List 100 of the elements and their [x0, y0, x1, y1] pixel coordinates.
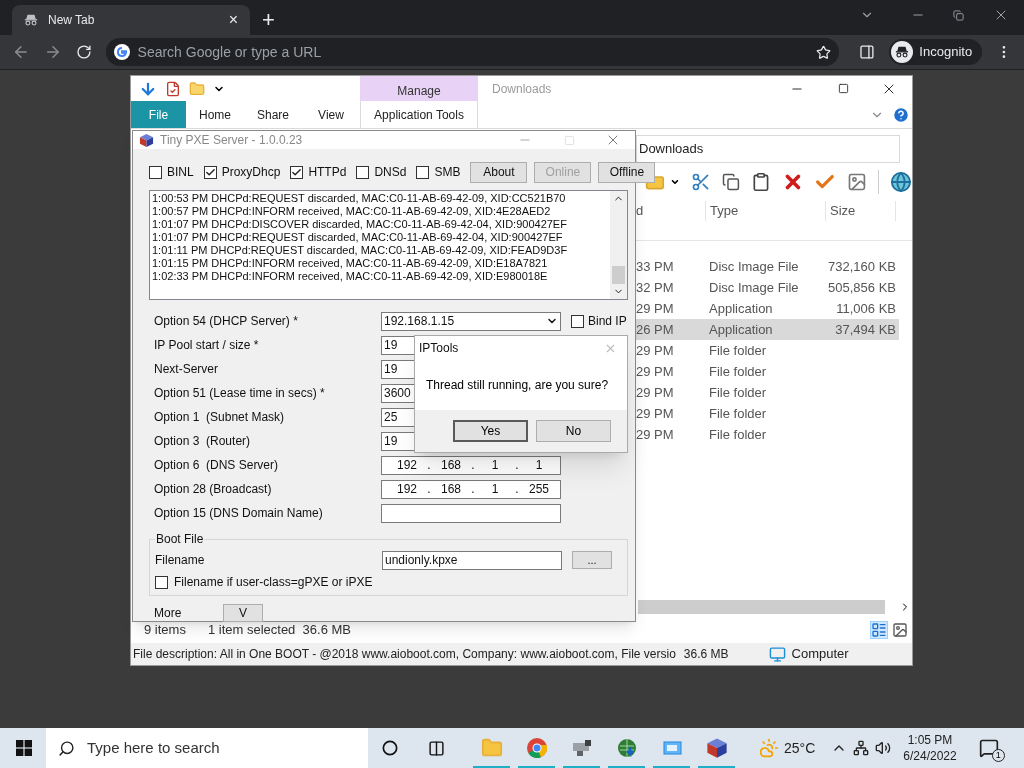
- taskbar-search-field[interactable]: Type here to search: [46, 728, 368, 768]
- size-cell-text: 505,856 KB: [827, 278, 897, 297]
- ribbon-tab[interactable]: View: [302, 101, 360, 128]
- more-label: More: [154, 605, 183, 622]
- option-label: Option 51 (Lease time in secs) *: [153, 385, 326, 402]
- bind-ip-checkbox[interactable]: [571, 314, 584, 328]
- ribbon-tab[interactable]: Application Tools: [360, 101, 478, 128]
- restore-icon[interactable]: [952, 9, 964, 21]
- column-header[interactable]: Type: [706, 201, 826, 221]
- action-button[interactable]: Offline: [598, 161, 656, 183]
- volume-icon[interactable]: [875, 740, 892, 756]
- option-field[interactable]: [381, 503, 561, 523]
- large-icons-view-icon[interactable]: [892, 622, 908, 638]
- chrome-icon[interactable]: [525, 737, 548, 759]
- window-title: Tiny PXE Server - 1.0.0.23: [160, 132, 303, 149]
- bookmark-star-icon[interactable]: [816, 44, 832, 60]
- service-checkbox[interactable]: [356, 165, 370, 179]
- filename-field[interactable]: undionly.kpxe: [382, 550, 562, 570]
- option-label: Option 3 (Router): [153, 433, 252, 450]
- item-count: 9 items: [144, 621, 186, 640]
- column-header[interactable]: Size: [826, 201, 896, 221]
- file-row[interactable]: 29 PM File folder: [636, 340, 899, 361]
- log-line: 1:00:53 PM DHCPd:REQUEST discarded, MAC:C0-11-AB-69-42-09, XID:CC521B70: [152, 192, 567, 205]
- file-row[interactable]: 29 PM File folder: [636, 382, 899, 403]
- file-row[interactable]: 29 PM Application 11,006 KB: [636, 298, 899, 319]
- scrollbar-thumb[interactable]: [612, 266, 625, 284]
- checkbox-label: Filename if user-class=gPXE or iPXE: [174, 574, 373, 591]
- scissors-icon[interactable]: [690, 172, 711, 192]
- tab-title: New Tab: [48, 12, 96, 29]
- option-label: IP Pool start / size *: [153, 337, 260, 354]
- log-line: 1:01:15 PM DHCPd:INFORM received, MAC:C0-11-AB-69-42-09, XID:E18A7821: [152, 257, 549, 270]
- network-icon[interactable]: [853, 740, 870, 756]
- service-checkbox[interactable]: [290, 165, 304, 179]
- temperature[interactable]: 25°C: [784, 737, 816, 759]
- file-row[interactable]: 29 PM File folder: [636, 403, 899, 424]
- user-class-checkbox[interactable]: [155, 575, 168, 589]
- notifications-icon[interactable]: [978, 738, 999, 758]
- option-label: Option 15 (DNS Domain Name): [153, 505, 324, 522]
- dialog-button[interactable]: Yes: [453, 420, 528, 442]
- ribbon-tab[interactable]: File: [131, 101, 186, 128]
- task-view-icon[interactable]: [428, 739, 445, 757]
- service-checkbox[interactable]: [203, 165, 217, 179]
- checkbox-label: Bind IP: [588, 313, 627, 330]
- cortana-icon[interactable]: [382, 740, 398, 756]
- device-icon[interactable]: [570, 737, 593, 759]
- server-ip-dropdown[interactable]: 192.168.1.15: [381, 311, 561, 331]
- address-bar[interactable]: Downloads: [636, 135, 900, 163]
- type-cell-text: Application: [708, 299, 774, 318]
- ip-address-field[interactable]: 192 . 168 . 1 . 1: [381, 455, 561, 475]
- notification-count: 1: [991, 749, 1005, 762]
- incognito-badge[interactable]: Incognito: [889, 39, 983, 65]
- help-icon[interactable]: [892, 105, 910, 124]
- expand-button[interactable]: V: [223, 604, 263, 622]
- vertical-scrollbar[interactable]: [610, 191, 627, 299]
- file-row[interactable]: 33 PM Disc Image File 732,160 KB: [636, 256, 899, 277]
- copy-icon[interactable]: [721, 173, 740, 191]
- horizontal-scrollbar[interactable]: [638, 600, 885, 614]
- contextual-tab-header: Manage: [360, 76, 478, 101]
- option-label: Option 1 (Subnet Mask): [153, 409, 286, 426]
- dialog-button[interactable]: No: [536, 420, 611, 442]
- option-label: Option 54 (DHCP Server) *: [153, 313, 299, 330]
- ip-address-field[interactable]: 192 . 168 . 1 . 255: [381, 479, 561, 499]
- file-row[interactable]: 32 PM Disc Image File 505,856 KB: [636, 277, 899, 298]
- omnibox-placeholder: Search Google or type a URL: [137, 42, 323, 62]
- clock[interactable]: 1:05 PM 6/24/2022: [903, 732, 957, 764]
- maximize-icon[interactable]: [837, 83, 849, 94]
- side-panel-icon[interactable]: [859, 44, 876, 60]
- back-icon[interactable]: [12, 43, 30, 61]
- clipboard-icon[interactable]: [750, 172, 771, 192]
- type-cell-text: Application: [708, 320, 774, 339]
- dialog-message: Thread still running, are you sure?: [426, 377, 609, 394]
- ribbon-tab[interactable]: Home: [186, 101, 244, 128]
- tab-close-button[interactable]: ×: [228, 8, 238, 32]
- omnibox[interactable]: Search Google or type a URL: [105, 38, 840, 66]
- file-row[interactable]: 29 PM File folder: [636, 361, 899, 382]
- reload-icon[interactable]: [75, 44, 92, 60]
- date-cell-text: 29 PM: [636, 299, 675, 318]
- globe-icon[interactable]: [890, 171, 912, 193]
- cube-icon: [705, 737, 728, 759]
- file-row[interactable]: 26 PM Application 37,494 KB: [636, 319, 899, 340]
- date-cell-text: 33 PM: [636, 257, 675, 276]
- checkbox-label: SMB: [434, 164, 461, 181]
- browser-tab[interactable]: New Tab ×: [12, 5, 250, 35]
- caret-icon[interactable]: [669, 177, 680, 187]
- log-list[interactable]: [149, 190, 628, 300]
- ribbon-tab[interactable]: Share: [244, 101, 302, 128]
- document-icon[interactable]: [165, 80, 181, 97]
- details-view-icon[interactable]: [870, 621, 888, 639]
- service-checkbox[interactable]: [416, 165, 430, 179]
- action-button[interactable]: About: [470, 161, 528, 183]
- date-cell-text: 29 PM: [636, 341, 675, 360]
- checkbox-label: DNSd: [374, 164, 407, 181]
- new-tab-button[interactable]: +: [262, 9, 275, 31]
- type-cell-text: Disc Image File: [708, 257, 800, 276]
- checkbox-label: ProxyDhcp: [221, 164, 281, 181]
- windows-logo-icon[interactable]: [16, 740, 32, 756]
- globe-download-icon[interactable]: [615, 737, 638, 759]
- service-checkbox[interactable]: [149, 165, 162, 179]
- browse-button[interactable]: ...: [572, 551, 612, 569]
- file-row[interactable]: 29 PM File folder: [636, 424, 899, 445]
